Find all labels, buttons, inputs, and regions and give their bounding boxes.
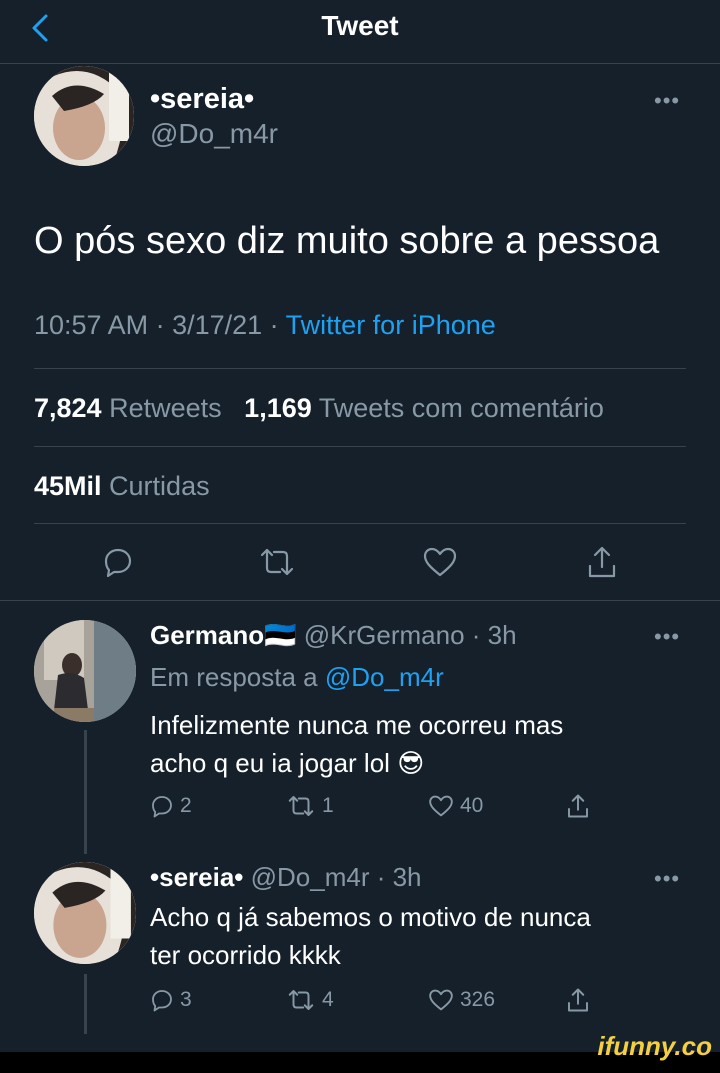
quotes-label: Tweets com comentário [318, 393, 604, 423]
retweet-icon [260, 548, 294, 576]
like-stats[interactable]: 45Mil Curtidas [34, 471, 210, 502]
avatar-image [34, 862, 136, 964]
share-icon [568, 988, 588, 1012]
reply-text-line: acho q eu ia jogar lol 😎 [150, 744, 563, 782]
avatar-image [34, 620, 136, 722]
divider [34, 368, 686, 369]
retweet-button[interactable]: 4 [286, 988, 334, 1012]
divider [34, 523, 686, 524]
reply-icon [152, 990, 172, 1012]
tweet-timestamp: 10:57 AM · 3/17/21 · [34, 310, 286, 340]
like-button[interactable] [422, 546, 458, 578]
retweets-label: Retweets [109, 393, 222, 423]
reply-button[interactable]: 3 [150, 988, 192, 1012]
retweet-icon [288, 796, 314, 816]
likes-label: Curtidas [109, 471, 210, 501]
reply-to-label: Em resposta a [150, 662, 325, 692]
reply-header: •sereia• @Do_m4r · 3h [150, 862, 422, 893]
avatar-image [34, 66, 134, 166]
thread-line [84, 730, 87, 854]
like-icon [429, 795, 453, 817]
reply-text: Infelizmente nunca me ocorreu mas acho q… [150, 706, 563, 782]
share-button[interactable] [566, 986, 590, 1014]
quotes-count: 1,169 [244, 393, 312, 423]
retweet-icon [288, 990, 314, 1010]
retweet-count: 4 [322, 988, 334, 1011]
reply-handle-time[interactable]: @KrGermano · 3h [304, 620, 517, 650]
reply-button[interactable]: 2 [150, 794, 192, 818]
reply-text-line: Acho q já sabemos o motivo de nunca [150, 902, 591, 932]
more-icon[interactable]: ••• [654, 624, 680, 650]
like-button[interactable]: 40 [428, 794, 483, 818]
more-icon[interactable]: ••• [654, 88, 680, 114]
reply-button[interactable] [102, 546, 134, 578]
reply-header: Germano🇪🇪 @KrGermano · 3h [150, 620, 517, 651]
share-icon [568, 794, 588, 818]
like-icon [423, 547, 457, 577]
reply-handle-time[interactable]: @Do_m4r · 3h [251, 862, 422, 892]
share-button[interactable] [566, 792, 590, 820]
top-bar: Tweet [0, 0, 720, 64]
tweet-meta: 10:57 AM · 3/17/21 · Twitter for iPhone [34, 310, 496, 341]
retweet-count: 1 [322, 794, 334, 817]
reply-icon [104, 548, 132, 578]
author-handle[interactable]: @Do_m4r [150, 118, 278, 150]
reply-icon [152, 796, 172, 818]
retweet-button[interactable] [258, 546, 296, 578]
retweets-count: 7,824 [34, 393, 102, 423]
reply-count: 3 [180, 988, 192, 1011]
share-icon [588, 546, 616, 578]
retweet-button[interactable]: 1 [286, 794, 334, 818]
reply-context: Em resposta a @Do_m4r [150, 662, 444, 693]
likes-count: 45Mil [34, 471, 102, 501]
reply-text-line: ter ocorrido kkkk [150, 940, 341, 970]
reply-text-line: Infelizmente nunca me ocorreu mas [150, 710, 564, 740]
reply-avatar[interactable] [34, 862, 136, 964]
author-name[interactable]: •sereia• [150, 83, 254, 116]
divider [34, 446, 686, 447]
divider [0, 600, 720, 601]
reply-to-link[interactable]: @Do_m4r [325, 662, 444, 692]
tweet-text: O pós sexo diz muito sobre a pessoa [34, 220, 660, 262]
avatar[interactable] [34, 66, 134, 166]
like-icon [429, 989, 453, 1011]
thread-line [84, 974, 87, 1034]
reply-text: Acho q já sabemos o motivo de nunca ter … [150, 898, 591, 974]
reply-author-name[interactable]: Germano [150, 620, 264, 650]
reply-author-name[interactable]: •sereia• [150, 862, 243, 892]
watermark: ifunny.co [597, 1031, 712, 1061]
retweet-stats[interactable]: 7,824 Retweets 1,169 Tweets com comentár… [34, 393, 604, 424]
reply-avatar[interactable] [34, 620, 136, 722]
more-icon[interactable]: ••• [654, 866, 680, 892]
reply-text-line-content: acho q eu ia jogar lol [150, 748, 390, 778]
flag-icon: 🇪🇪 [264, 620, 297, 650]
like-count: 40 [460, 794, 484, 817]
like-count: 326 [460, 988, 496, 1011]
page-title: Tweet [321, 10, 399, 41]
like-button[interactable]: 326 [428, 988, 495, 1012]
share-button[interactable] [586, 544, 618, 580]
tweet-source-link[interactable]: Twitter for iPhone [286, 310, 496, 340]
reply-count: 2 [180, 794, 192, 817]
sunglasses-emoji-icon: 😎 [397, 748, 425, 778]
